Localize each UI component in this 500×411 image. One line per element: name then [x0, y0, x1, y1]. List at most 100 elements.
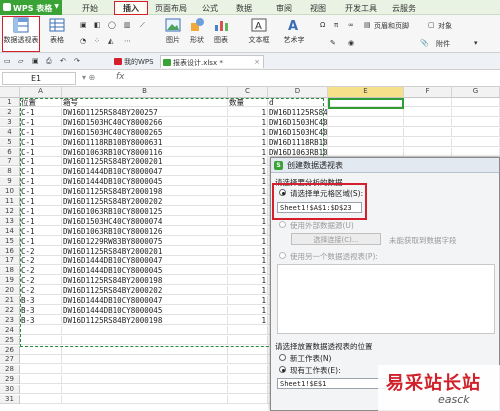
grid-cell[interactable]	[228, 375, 268, 385]
grid-cell[interactable]: DW16D1118RB10BY8000631	[62, 137, 228, 147]
column-header-f[interactable]: F	[404, 87, 452, 98]
grid-cell[interactable]: 1	[228, 246, 268, 256]
grid-cell[interactable]: C-1	[20, 236, 62, 246]
close-icon[interactable]: ×	[254, 58, 260, 66]
grid-cell[interactable]: DW16D1125RS84BY2000201	[62, 157, 228, 167]
grid-cell[interactable]	[404, 147, 452, 157]
radio-select-range[interactable]	[279, 189, 286, 196]
row-header[interactable]: 11	[0, 197, 20, 206]
row-header[interactable]: 18	[0, 266, 20, 276]
source-range-input[interactable]: Sheet1!$A$1:$D$23	[277, 202, 362, 213]
save-icon[interactable]: ▣	[32, 57, 39, 65]
chart-scatter-icon[interactable]: ⁘	[94, 37, 100, 45]
row-header[interactable]: 28	[0, 365, 20, 375]
chart-bar-icon[interactable]: ▥	[124, 21, 131, 29]
grid-cell[interactable]: C-1	[20, 167, 62, 177]
picture-button[interactable]: 图片	[162, 17, 184, 45]
radio-another-pivot[interactable]	[279, 252, 286, 259]
row-header[interactable]: 7	[0, 157, 20, 167]
grid-cell[interactable]	[62, 395, 228, 404]
row-header[interactable]: 10	[0, 187, 20, 197]
tab-review[interactable]: 审阅	[276, 3, 292, 14]
row-header[interactable]: 2	[0, 107, 20, 117]
destination-input[interactable]: Sheet1!$E$1	[277, 378, 387, 389]
grid-cell[interactable]	[20, 345, 62, 355]
chart-button[interactable]: 图表	[210, 17, 232, 45]
choose-connection-button[interactable]: 选择连接(C)...	[291, 233, 381, 245]
grid-cell[interactable]: DW16D1063RB10CY8	[268, 147, 328, 157]
grid-cell[interactable]: C-2	[20, 256, 62, 266]
grid-cell[interactable]: 1	[228, 117, 268, 127]
grid-cell[interactable]: C-2	[20, 246, 62, 256]
grid-cell[interactable]	[452, 98, 500, 107]
grid-cell[interactable]	[228, 365, 268, 375]
grid-cell[interactable]	[20, 385, 62, 395]
grid-cell[interactable]: C-1	[20, 147, 62, 157]
tab-insert[interactable]: 插入	[114, 1, 148, 15]
object-label[interactable]: 对象	[438, 21, 452, 31]
print-icon[interactable]: ⎙	[46, 57, 52, 66]
grid-cell[interactable]: DW16D1503HC40CY8	[268, 117, 328, 127]
row-header[interactable]: 15	[0, 236, 20, 246]
grid-cell[interactable]: DW16D1444DB10CY8000045	[62, 266, 228, 276]
grid-cell[interactable]: C-1	[20, 197, 62, 206]
more-icon[interactable]: ▾	[474, 39, 478, 47]
grid-cell[interactable]	[20, 335, 62, 345]
column-header-b[interactable]: B	[62, 87, 228, 98]
grid-cell[interactable]: DW16D1125RS84BY2000202	[62, 197, 228, 206]
grid-cell[interactable]: 1	[228, 266, 268, 276]
grid-cell[interactable]	[452, 117, 500, 127]
row-header[interactable]: 12	[0, 206, 20, 216]
chart-area-icon[interactable]: ◭	[108, 37, 113, 45]
grid-cell[interactable]	[62, 345, 228, 355]
grid-cell[interactable]: DW16D1503HC40CY8	[268, 127, 328, 137]
grid-cell[interactable]: C-1	[20, 216, 62, 226]
grid-cell[interactable]	[62, 325, 228, 335]
grid-cell[interactable]	[228, 345, 268, 355]
grid-cell[interactable]: 1	[228, 107, 268, 117]
function-icon[interactable]: fx	[116, 72, 125, 82]
grid-cell[interactable]: B-3	[20, 305, 62, 315]
grid-cell[interactable]: 1	[228, 256, 268, 266]
grid-cell[interactable]: DW16D1125RS84BY2000198	[62, 187, 228, 197]
grid-cell[interactable]: 1	[228, 137, 268, 147]
grid-cell[interactable]: 1	[228, 127, 268, 137]
tab-page-layout[interactable]: 页面布局	[155, 3, 187, 14]
grid-cell[interactable]	[452, 127, 500, 137]
grid-cell[interactable]: C-1	[20, 157, 62, 167]
grid-cell[interactable]: 1	[228, 305, 268, 315]
chart-line-icon[interactable]: ⟋	[140, 21, 145, 30]
grid-cell[interactable]: 箱号	[62, 98, 228, 107]
grid-cell[interactable]: 数量	[228, 98, 268, 107]
symbol-icon[interactable]: Ω	[320, 21, 325, 29]
grid-cell[interactable]: DW16D1503HC40CY8000074	[62, 216, 228, 226]
table-button[interactable]: 表格	[46, 17, 68, 45]
pivot-list-box[interactable]	[277, 264, 495, 334]
grid-cell[interactable]: DW16D1503HC40CY8000265	[62, 127, 228, 137]
grid-cell[interactable]: C-1	[20, 226, 62, 236]
grid-cell[interactable]: DW16D1063RB10CY8000125	[62, 206, 228, 216]
grid-cell[interactable]	[20, 375, 62, 385]
row-header[interactable]: 20	[0, 286, 20, 296]
grid-cell[interactable]	[62, 335, 228, 345]
hyperlink-icon[interactable]: ∞	[348, 21, 354, 29]
row-header[interactable]: 8	[0, 167, 20, 177]
grid-cell[interactable]: C-1	[20, 127, 62, 137]
grid-cell[interactable]: DW16D1063RB10CY8000126	[62, 226, 228, 236]
grid-cell[interactable]: DW16D1125RS84BY2	[268, 107, 328, 117]
grid-cell[interactable]: DW16D1125RS84BY2000202	[62, 286, 228, 296]
row-header[interactable]: 22	[0, 305, 20, 315]
row-header[interactable]: 29	[0, 375, 20, 385]
app-menu-button[interactable]: WPS 表格 ▼	[0, 0, 62, 15]
select-all-corner[interactable]	[0, 87, 20, 98]
row-header[interactable]: 25	[0, 335, 20, 345]
formula-input[interactable]	[130, 72, 496, 85]
picture-icon[interactable]: ▣	[80, 21, 87, 29]
grid-cell[interactable]: C-1	[20, 206, 62, 216]
radio-external-source[interactable]	[279, 221, 286, 228]
row-header[interactable]: 4	[0, 127, 20, 137]
grid-cell[interactable]: DW16D1118RB10BY8	[268, 137, 328, 147]
row-header[interactable]: 24	[0, 325, 20, 335]
chart-more-icon[interactable]: ⋯	[124, 37, 131, 45]
grid-cell[interactable]	[62, 385, 228, 395]
